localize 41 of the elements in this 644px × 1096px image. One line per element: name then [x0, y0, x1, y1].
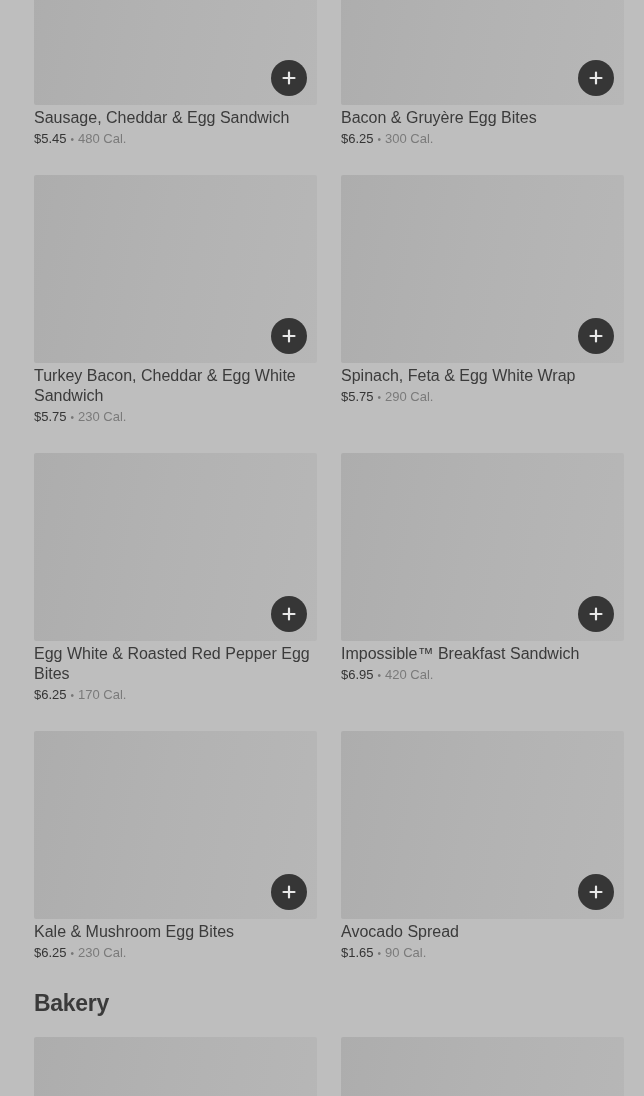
separator-dot: • — [70, 947, 75, 961]
plus-icon — [589, 885, 603, 899]
product-name[interactable]: Egg White & Roasted Red Pepper Egg Bites — [34, 644, 317, 684]
section-heading: Bakery — [34, 989, 110, 1017]
calorie-count: 230 Cal. — [78, 408, 127, 426]
product-name[interactable]: Sausage, Cheddar & Egg Sandwich — [34, 108, 317, 128]
separator-dot: • — [377, 947, 382, 961]
calorie-count: 230 Cal. — [78, 944, 127, 962]
product-price: $1.65 — [341, 944, 374, 962]
plus-icon — [282, 607, 296, 621]
plus-icon — [282, 329, 296, 343]
separator-dot: • — [70, 133, 75, 147]
product-name[interactable]: Turkey Bacon, Cheddar & Egg White Sandwich — [34, 366, 317, 406]
calorie-count: 290 Cal. — [385, 388, 434, 406]
separator-dot: • — [377, 391, 382, 405]
calorie-count: 420 Cal. — [385, 666, 434, 684]
plus-icon — [282, 71, 296, 85]
product-price: $5.45 — [34, 130, 67, 148]
product-name[interactable]: Impossible™ Breakfast Sandwich — [341, 644, 624, 664]
product-name[interactable]: Kale & Mushroom Egg Bites — [34, 922, 317, 942]
product-price: $6.25 — [34, 944, 67, 962]
calorie-count: 300 Cal. — [385, 130, 434, 148]
plus-icon — [589, 71, 603, 85]
product-name[interactable]: Bacon & Gruyère Egg Bites — [341, 108, 624, 128]
calorie-count: 170 Cal. — [78, 686, 127, 704]
separator-dot: • — [70, 411, 75, 425]
separator-dot: • — [377, 133, 382, 147]
product-name[interactable]: Avocado Spread — [341, 922, 624, 942]
separator-dot: • — [70, 689, 75, 703]
product-price: $5.75 — [341, 388, 374, 406]
product-price: $6.95 — [341, 666, 374, 684]
product-price: $6.25 — [341, 130, 374, 148]
plus-icon — [589, 607, 603, 621]
product-name[interactable]: Spinach, Feta & Egg White Wrap — [341, 366, 624, 386]
calorie-count: 480 Cal. — [78, 130, 127, 148]
plus-icon — [589, 329, 603, 343]
product-price: $6.25 — [34, 686, 67, 704]
separator-dot: • — [377, 669, 382, 683]
plus-icon — [282, 885, 296, 899]
product-price: $5.75 — [34, 408, 67, 426]
calorie-count: 90 Cal. — [385, 944, 427, 962]
